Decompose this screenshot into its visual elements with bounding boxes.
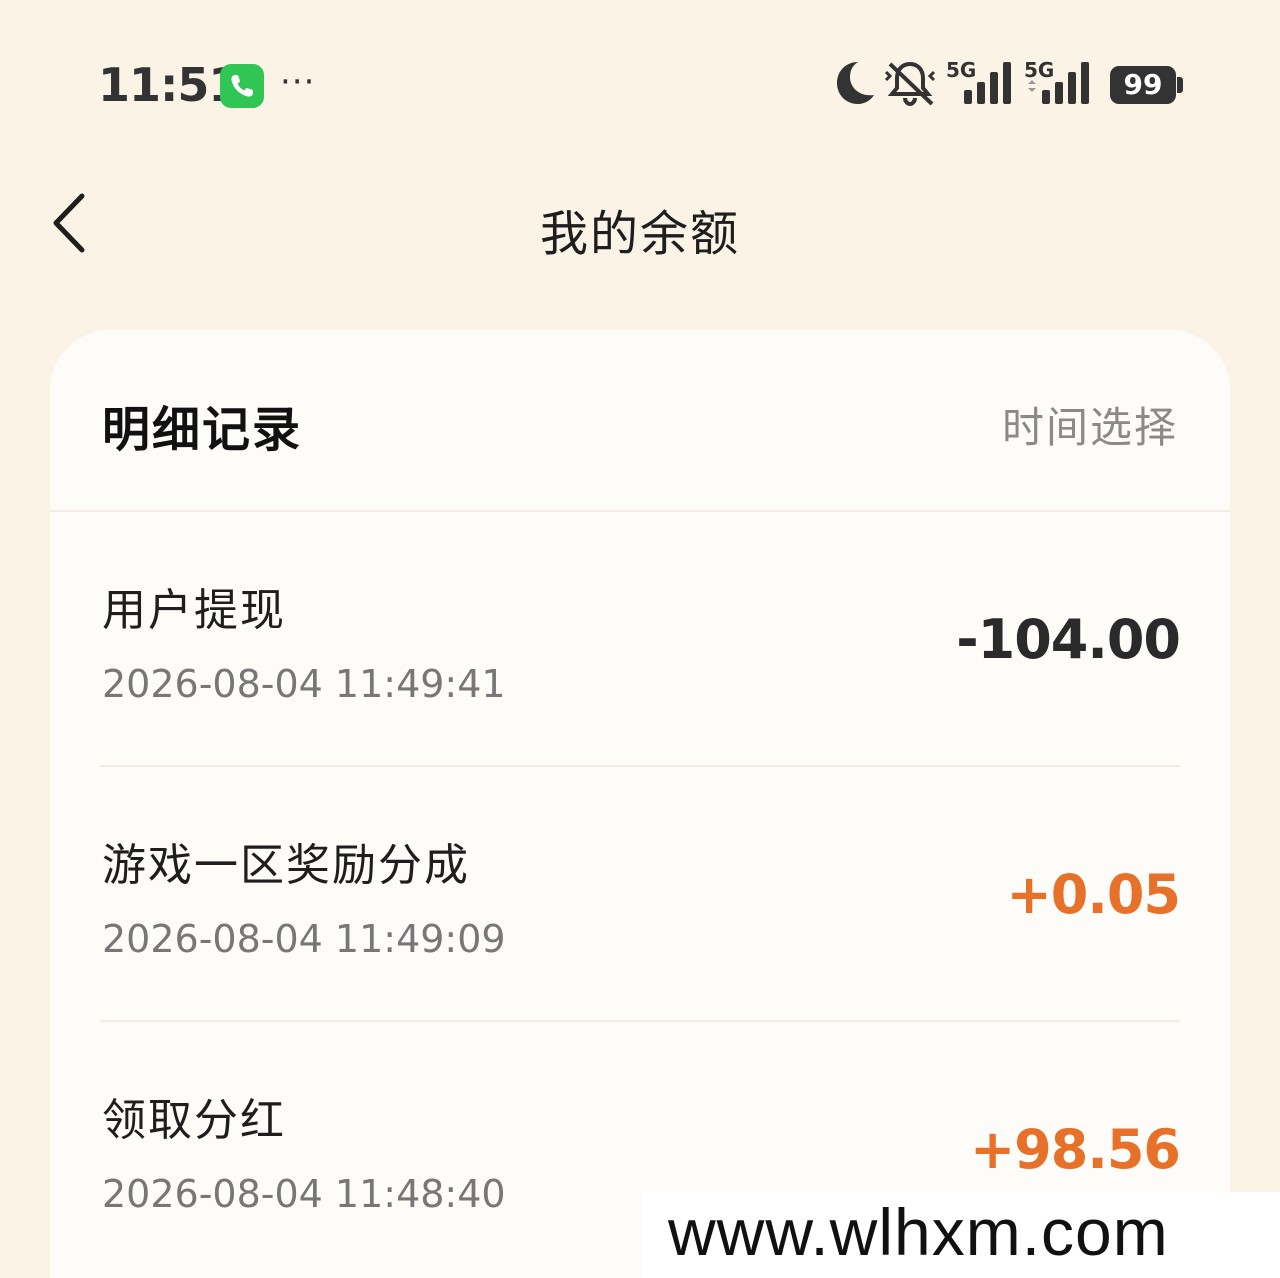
record-title: 用户提现 [102,585,286,636]
status-time: 11:51 [98,58,240,112]
mute-bell-icon [882,58,938,112]
record-time: 2026-08-04 11:48:40 [102,1172,506,1216]
time-filter-button[interactable]: 时间选择 [1002,394,1178,455]
list-item[interactable]: 用户提现 2026-08-04 11:49:41 -104.00 [100,512,1181,767]
record-amount: +0.05 [1006,863,1181,926]
record-title: 游戏一区奖励分成 [102,840,470,891]
record-amount: -104.00 [956,608,1181,671]
record-amount: +98.56 [969,1118,1181,1181]
card-header: 明细记录 时间选择 [50,330,1230,512]
screen: 11:51 ··· 5G 5G 99 我的余额 明细记录 时间选择 用户提现 2… [0,0,1280,1278]
list-item[interactable]: 游戏一区奖励分成 2026-08-04 11:49:09 +0.05 [100,767,1181,1022]
moon-icon [832,58,876,110]
records-card: 明细记录 时间选择 用户提现 2026-08-04 11:49:41 -104.… [50,330,1230,1278]
phone-icon [220,64,264,108]
page-title: 我的余额 [539,206,740,262]
battery-icon: 99 [1110,66,1176,104]
watermark: www.wlhxm.com [668,1195,1169,1269]
record-title: 领取分红 [102,1095,286,1146]
more-notifications-icon: ··· [280,62,316,102]
signal-icon: 5G [944,58,1018,108]
card-title: 明细记录 [102,402,303,458]
status-bar: 11:51 ··· 5G 5G 99 [0,0,1280,170]
battery-tip [1177,77,1183,93]
record-time: 2026-08-04 11:49:09 [102,917,506,961]
nav-bar: 我的余额 [0,170,1280,280]
record-time: 2026-08-04 11:49:41 [102,662,506,706]
signal-icon-2: 5G [1022,58,1096,108]
